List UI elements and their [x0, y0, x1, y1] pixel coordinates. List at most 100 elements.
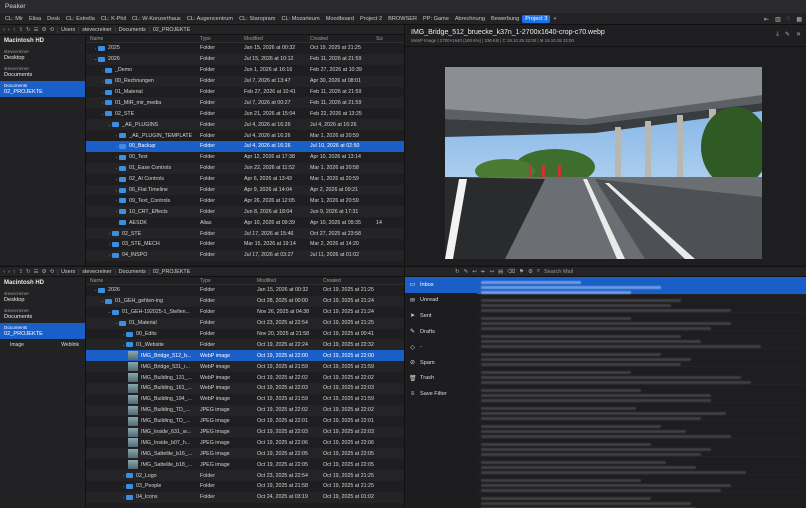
tab-5[interactable]: CL: W-Konzerthaus	[129, 15, 184, 23]
folder-row[interactable]: ⌄ 01_Material Folder Oct 23, 2025 at 22:54 O…	[86, 317, 404, 329]
gear-icon[interactable]: ⚙	[42, 269, 47, 275]
breadcrumb-item[interactable]: Documents	[114, 268, 149, 275]
mail-message[interactable]	[477, 295, 806, 313]
folder-row[interactable]: › 01_MIR_mir_media Folder Jul 7, 2026 at 00…	[86, 97, 404, 109]
sidebar-subrow[interactable]: Image Weblink	[0, 340, 85, 350]
mail-message[interactable]	[477, 457, 806, 475]
column-header-2[interactable]: Modified	[244, 36, 310, 42]
breadcrumb-item[interactable]: 02_PROJEKTE	[148, 26, 193, 33]
up-icon[interactable]: ↑	[13, 27, 16, 33]
column-header-3[interactable]: Created	[310, 36, 376, 42]
reply-icon[interactable]: ↩	[472, 269, 477, 275]
tab-3[interactable]: CL: Estrella	[63, 15, 98, 23]
sidebar-volume[interactable]: Macintosh HD	[0, 35, 85, 47]
folder-row[interactable]: › 09_Text_Controls Folder Apr 26, 2026 at 1…	[86, 195, 404, 206]
split-view-icon[interactable]: ▥	[775, 16, 781, 23]
mail-message[interactable]	[477, 475, 806, 493]
trash-icon[interactable]: ⌫	[507, 269, 515, 275]
mail-folder-drafts[interactable]: ✎ Drafts	[405, 324, 477, 340]
mail-folder-savefilter[interactable]: ≡ Save Filter	[405, 386, 477, 402]
file-row[interactable]: IMG_Bridge_512_b... WebP image Oct 19, 202…	[86, 350, 404, 362]
tab-4[interactable]: CL: K-Phil	[98, 15, 129, 23]
back-icon[interactable]: ‹	[3, 27, 5, 33]
refresh-icon[interactable]: ↻	[26, 269, 31, 275]
edit-icon[interactable]: ✎	[785, 31, 790, 38]
mail-search-input[interactable]: Search Mail	[544, 269, 573, 275]
mail-message[interactable]	[477, 493, 806, 508]
back-icon[interactable]: ‹	[3, 269, 5, 275]
folder-row[interactable]: › 2025 Folder Jan 15, 2026 at 00:32 Oct 19, …	[86, 43, 404, 54]
column-header-0[interactable]: Name	[86, 278, 200, 284]
file-row[interactable]: IMG_Inside_631_w... JPEG image Oct 19, 202…	[86, 426, 404, 438]
mail-message[interactable]	[477, 385, 806, 403]
mail-folder-inbox[interactable]: ▭ Inbox	[405, 277, 477, 293]
layout-icon[interactable]: ▦	[796, 16, 802, 23]
tab-6[interactable]: CL: Augencentrum	[184, 15, 236, 23]
file-row[interactable]: IMG_Building_TD_... JPEG image Oct 19, 202…	[86, 404, 404, 416]
file-row[interactable]: IMG_Bridge_531_r... WebP image Oct 19, 202…	[86, 361, 404, 373]
mail-message[interactable]	[477, 403, 806, 421]
sidebar-item[interactable]: stevecreiner Desktop	[0, 47, 85, 63]
column-header-1[interactable]: Type	[200, 278, 257, 284]
compose-icon[interactable]: ✎	[464, 269, 469, 275]
file-row[interactable]: IMG_Sattelite_b16_... JPEG image Oct 19, 2…	[86, 448, 404, 460]
folder-row[interactable]: › 04_INSPO Folder Jul 17, 2026 at 03:27 Jul …	[86, 249, 404, 261]
sidebar-item[interactable]: stevecreiner Desktop	[0, 289, 85, 305]
tab-12[interactable]: PP: Game	[420, 15, 452, 23]
share-icon[interactable]: ⇪	[18, 269, 23, 275]
flag-icon[interactable]: ⚑	[519, 269, 524, 275]
new-tab-button[interactable]: +	[550, 15, 559, 23]
folder-row[interactable]: › 06_Flat Timeline Folder Apr 9, 2026 at 14…	[86, 184, 404, 196]
tab-7[interactable]: CL: Staropram	[236, 15, 278, 23]
column-header-4[interactable]: Siz	[376, 36, 398, 42]
folder-row[interactable]: ⌄ 01_Website Folder Oct 19, 2025 at 22:24 Oc…	[86, 339, 404, 351]
mail-message[interactable]	[477, 439, 806, 457]
folder-row[interactable]: ⌄ 02_STE Folder Jun 21, 2026 at 15:04 Feb 22…	[86, 108, 404, 119]
file-row[interactable]: IMG_Building_TD_... JPEG image Oct 19, 202…	[86, 416, 404, 427]
folder-row[interactable]: › 04_Icons Folder Oct 24, 2025 at 03:19 Oct …	[86, 491, 404, 503]
folder-row[interactable]: AESDK Alias Apr 10, 2026 at 09:39 Apr 10, 2…	[86, 217, 404, 228]
tab-0[interactable]: CL: Mir	[2, 15, 26, 23]
tab-9[interactable]: Moodboard	[323, 15, 357, 23]
gear-icon[interactable]: ⚙	[528, 269, 533, 275]
breadcrumb-item[interactable]: Documents	[114, 26, 149, 33]
folder-row[interactable]: ⌄ 2026 Folder Jul 15, 2026 at 10:12 Feb 11, …	[86, 53, 404, 65]
breadcrumb-item[interactable]: stevecreiner	[78, 26, 114, 33]
refresh-icon[interactable]: ↻	[26, 27, 31, 33]
file-row[interactable]: IMG_Building_194_... WebP image Oct 19, 20…	[86, 394, 404, 405]
folder-row[interactable]: ⌄ 01_GEH-192025-1_Stellen... Folder Nov 26,…	[86, 307, 404, 318]
sidebar-item[interactable]: stevecreiner Documents	[0, 306, 85, 322]
sidebar-item[interactable]: stevecreiner Documents	[0, 64, 85, 80]
folder-row[interactable]: › 02_STE Folder Jul 17, 2026 at 15:46 Oct 27…	[86, 228, 404, 240]
reply-all-icon[interactable]: ↞	[481, 269, 486, 275]
folder-row[interactable]: › 01_Material Folder Feb 27, 2026 at 10:41 F…	[86, 87, 404, 98]
folder-row[interactable]: › _AE_PLUGIN_TEMPLATE Folder Jul 4, 2026 at…	[86, 130, 404, 141]
mail-message[interactable]	[477, 313, 806, 331]
up-icon[interactable]: ↑	[13, 269, 16, 275]
folder-row[interactable]: › 03_People Folder Oct 19, 2025 at 21:58 Oct…	[86, 481, 404, 492]
sidebar-toggle-icon[interactable]: ⇤	[764, 16, 769, 23]
refresh-icon[interactable]: ↻	[455, 269, 460, 275]
forward-mail-icon[interactable]: ↪	[489, 269, 494, 275]
view-icon[interactable]: ☰	[34, 27, 39, 33]
tab-11[interactable]: BROWSER	[385, 15, 420, 23]
tab-13[interactable]: Abrechnung	[452, 15, 488, 23]
sidebar-item[interactable]: Documents 02_PROJEKTE	[0, 81, 85, 97]
sidebar-item[interactable]: Documents 02_PROJEKTE	[0, 323, 85, 339]
mail-message[interactable]	[477, 367, 806, 385]
folder-row[interactable]: › 01_Ease Controls Folder Jun 22, 2026 at 1…	[86, 162, 404, 174]
folder-row[interactable]: › 02_Logo Folder Oct 23, 2025 at 22:54 Oct 1…	[86, 470, 404, 482]
tab-1[interactable]: Elisa	[26, 15, 44, 23]
mail-message[interactable]	[477, 277, 806, 295]
gear-icon[interactable]: ⚙	[42, 27, 47, 33]
breadcrumb-item[interactable]: Users	[57, 26, 78, 33]
archive-icon[interactable]: ▤	[498, 269, 503, 275]
folder-row[interactable]: › 00_Test Folder Apr 12, 2026 at 17:38 Apr 1…	[86, 152, 404, 163]
tab-8[interactable]: CL: Mozarteum	[278, 15, 322, 23]
folder-row[interactable]: › 00_Edits Folder Nov 20, 2025 at 21:58 Oct …	[86, 329, 404, 340]
column-header-1[interactable]: Type	[200, 36, 244, 42]
mail-message[interactable]	[477, 421, 806, 439]
mail-folder-[interactable]: ◇ -	[405, 339, 477, 355]
mail-folder-sent[interactable]: ➤ Sent	[405, 308, 477, 324]
folder-row[interactable]: › 02_AI Controls Folder Apr 6, 2026 at 13:4…	[86, 174, 404, 185]
